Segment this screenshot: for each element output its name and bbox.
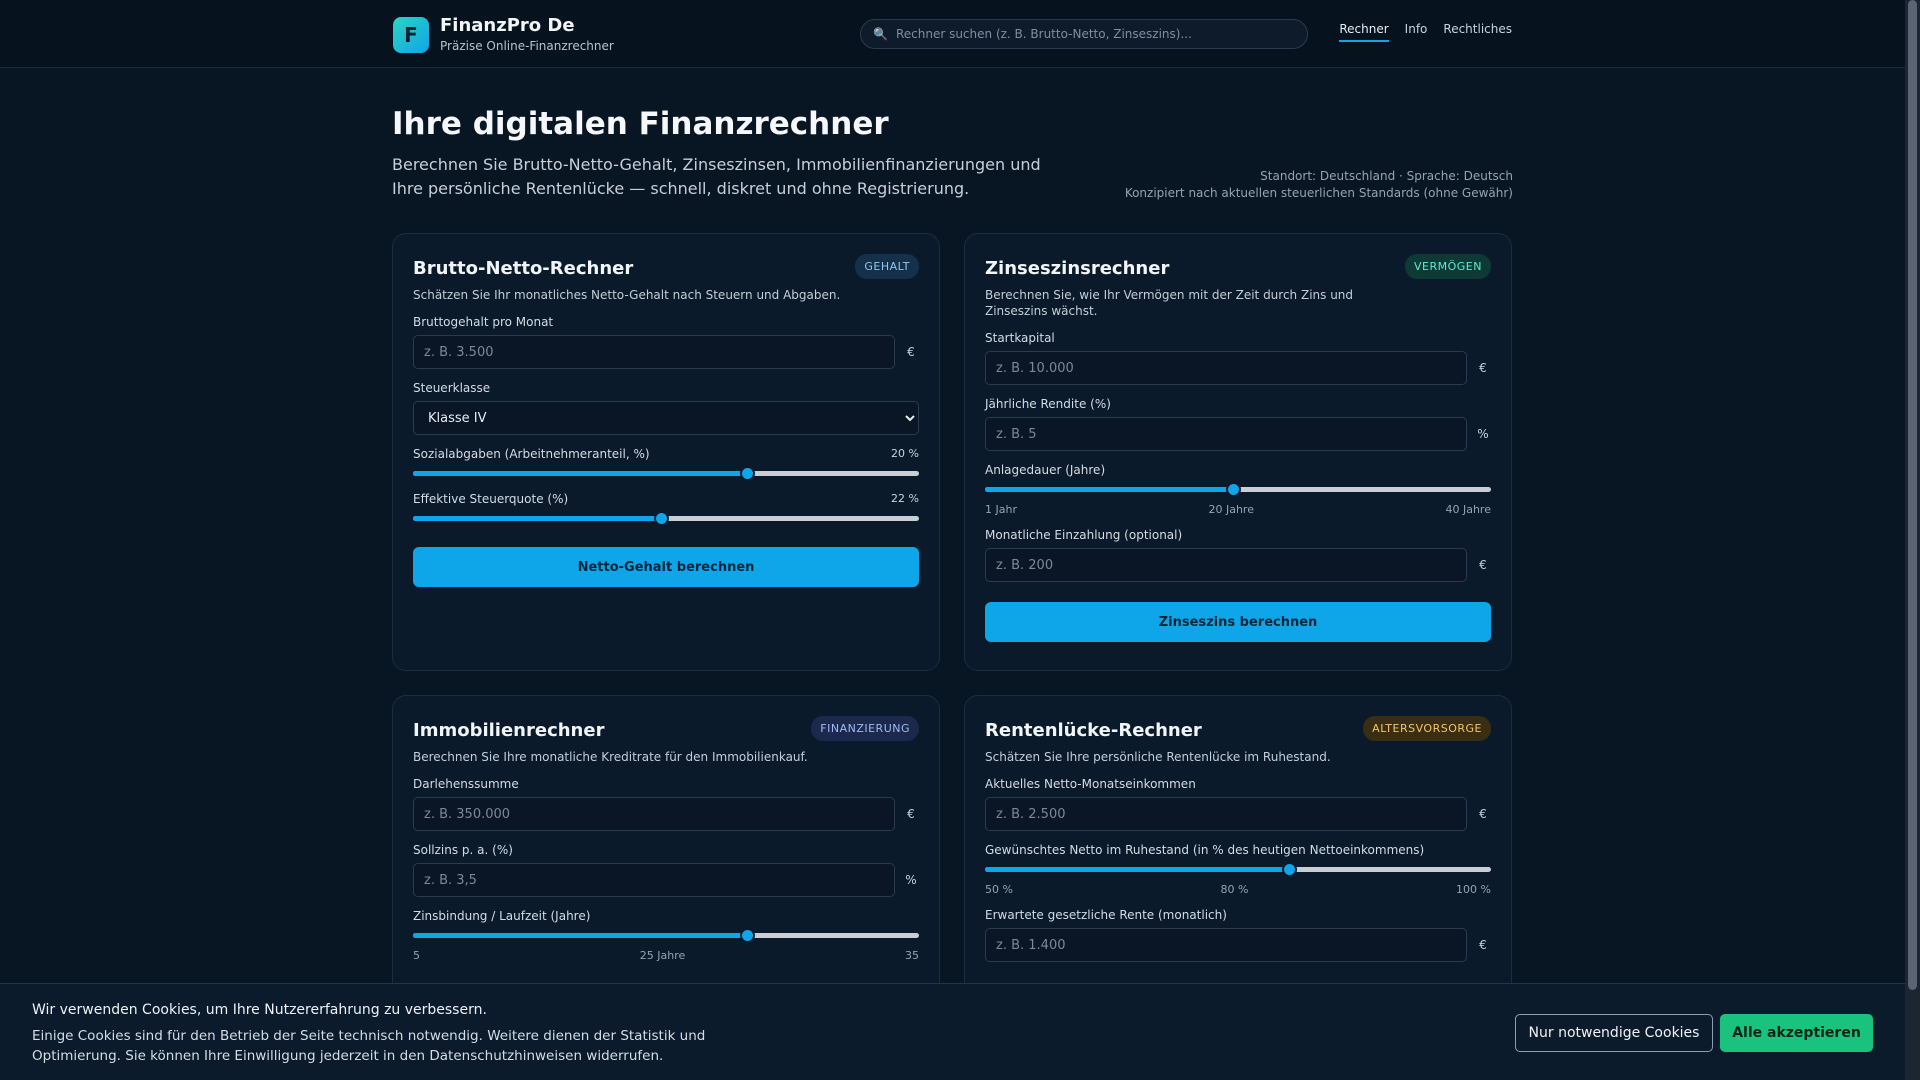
brand-logo: F bbox=[393, 17, 429, 53]
term-label: Zinsbindung / Laufzeit (Jahre) bbox=[413, 909, 591, 923]
term-ticks: 5 25 Jahre 35 bbox=[413, 949, 919, 962]
euro-unit: € bbox=[1479, 938, 1487, 952]
tax-slider[interactable] bbox=[413, 511, 919, 526]
card-title: Brutto-Netto-Rechner bbox=[413, 258, 634, 279]
pension-input[interactable] bbox=[985, 928, 1467, 962]
necessary-cookies-button[interactable]: Nur notwendige Cookies bbox=[1515, 1014, 1713, 1052]
brand[interactable]: F FinanzPro De Präzise Online-Finanzrech… bbox=[393, 15, 614, 55]
social-value: 20 % bbox=[891, 447, 919, 460]
term-slider[interactable] bbox=[413, 928, 919, 943]
brand-subtitle: Präzise Online-Finanzrechner bbox=[440, 39, 614, 53]
page-description: Berechnen Sie Brutto-Netto-Gehalt, Zinse… bbox=[392, 155, 1041, 198]
scrollbar-thumb[interactable] bbox=[1908, 0, 1917, 990]
brand-name: FinanzPro De bbox=[440, 15, 575, 36]
search-input[interactable] bbox=[895, 27, 1296, 41]
badge-vermoegen: VERMÖGEN bbox=[1405, 254, 1491, 279]
gross-input[interactable] bbox=[413, 335, 895, 369]
tax-class-select[interactable]: Klasse IV bbox=[413, 401, 919, 435]
calc-netto-button[interactable]: Netto-Gehalt berechnen bbox=[413, 547, 919, 587]
pension-label: Erwartete gesetzliche Rente (monatlich) bbox=[985, 908, 1227, 922]
gross-label: Bruttogehalt pro Monat bbox=[413, 315, 554, 329]
calc-zins-button[interactable]: Zinseszins berechnen bbox=[985, 602, 1491, 642]
interest-label: Sollzins p. a. (%) bbox=[413, 843, 513, 857]
tax-slider-label: Effektive Steuerquote (%) 22 % bbox=[413, 492, 919, 506]
card-brutto-netto: GEHALT Brutto-Netto-Rechner Schätzen Sie… bbox=[392, 233, 940, 671]
search-box[interactable]: 🔍 bbox=[860, 19, 1308, 49]
card-description: Schätzen Sie Ihr monatliches Netto-Gehal… bbox=[413, 288, 841, 302]
meta-disclaimer: Konzipiert nach aktuellen steuerlichen S… bbox=[1124, 186, 1513, 200]
badge-gehalt: GEHALT bbox=[855, 254, 919, 279]
card-description: Berechnen Sie Ihre monatliche Kreditrate… bbox=[413, 750, 808, 764]
cookie-title: Wir verwenden Cookies, um Ihre Nutzererf… bbox=[32, 1002, 487, 1018]
target-slider[interactable] bbox=[985, 862, 1491, 877]
start-capital-label: Startkapital bbox=[985, 331, 1055, 345]
cookie-banner: Wir verwenden Cookies, um Ihre Nutzererf… bbox=[0, 983, 1905, 1080]
rate-label: Jährliche Rendite (%) bbox=[985, 397, 1111, 411]
euro-unit: € bbox=[907, 345, 915, 359]
euro-unit: € bbox=[907, 807, 915, 821]
duration-label: Anlagedauer (Jahre) bbox=[985, 463, 1106, 477]
monthly-input[interactable] bbox=[985, 548, 1467, 582]
page-meta: Standort: Deutschland · Sprache: Deutsch… bbox=[1125, 168, 1513, 202]
monthly-label: Monatliche Einzahlung (optional) bbox=[985, 528, 1183, 542]
slider-handle[interactable] bbox=[653, 511, 669, 526]
loan-label: Darlehenssumme bbox=[413, 777, 519, 791]
nav-rechner[interactable]: Rechner bbox=[1339, 22, 1389, 42]
accept-all-button[interactable]: Alle akzeptieren bbox=[1720, 1014, 1873, 1052]
nav-rechtliches[interactable]: Rechtliches bbox=[1443, 22, 1512, 42]
card-zinseszins: VERMÖGEN Zinseszinsrechner Berechnen Sie… bbox=[964, 233, 1512, 671]
percent-unit: % bbox=[905, 873, 917, 887]
income-label: Aktuelles Netto-Monatseinkommen bbox=[985, 777, 1196, 791]
duration-slider[interactable] bbox=[985, 482, 1491, 497]
page-title: Ihre digitalen Finanzrechner bbox=[392, 106, 889, 142]
badge-altersvorsorge: ALTERSVORSORGE bbox=[1363, 716, 1491, 741]
social-slider-label: Sozialabgaben (Arbeitnehmeranteil, %) 20… bbox=[413, 447, 919, 461]
euro-unit: € bbox=[1479, 361, 1487, 375]
search-icon: 🔍 bbox=[873, 27, 888, 41]
nav-info[interactable]: Info bbox=[1405, 22, 1428, 42]
cookie-text: Einige Cookies sind für den Betrieb der … bbox=[32, 1028, 706, 1064]
euro-unit: € bbox=[1479, 558, 1487, 572]
slider-handle[interactable] bbox=[739, 928, 755, 943]
euro-unit: € bbox=[1479, 807, 1487, 821]
main-nav: Rechner Info Rechtliches bbox=[1339, 22, 1512, 42]
meta-location: Standort: Deutschland · Sprache: Deutsch bbox=[1260, 169, 1513, 183]
target-ticks: 50 % 80 % 100 % bbox=[985, 883, 1491, 896]
social-slider[interactable] bbox=[413, 466, 919, 481]
duration-ticks: 1 Jahr 20 Jahre 40 Jahre bbox=[985, 503, 1491, 516]
card-description: Schätzen Sie Ihre persönliche Rentenlück… bbox=[985, 750, 1331, 764]
tax-value: 22 % bbox=[891, 492, 919, 505]
tax-class-label: Steuerklasse bbox=[413, 381, 491, 395]
slider-handle[interactable] bbox=[739, 466, 755, 481]
percent-unit: % bbox=[1477, 427, 1489, 441]
card-description: Berechnen Sie, wie Ihr Vermögen mit der … bbox=[985, 288, 1354, 318]
top-bar: F FinanzPro De Präzise Online-Finanzrech… bbox=[0, 0, 1905, 68]
vertical-scrollbar[interactable] bbox=[1905, 0, 1920, 1080]
start-capital-input[interactable] bbox=[985, 351, 1467, 385]
loan-input[interactable] bbox=[413, 797, 895, 831]
slider-handle[interactable] bbox=[1225, 482, 1241, 497]
rate-input[interactable] bbox=[985, 417, 1467, 451]
slider-handle[interactable] bbox=[1281, 862, 1297, 877]
income-input[interactable] bbox=[985, 797, 1467, 831]
badge-finanzierung: FINANZIERUNG bbox=[811, 716, 919, 741]
target-label: Gewünschtes Netto im Ruhestand (in % des… bbox=[985, 843, 1425, 857]
interest-input[interactable] bbox=[413, 863, 895, 897]
